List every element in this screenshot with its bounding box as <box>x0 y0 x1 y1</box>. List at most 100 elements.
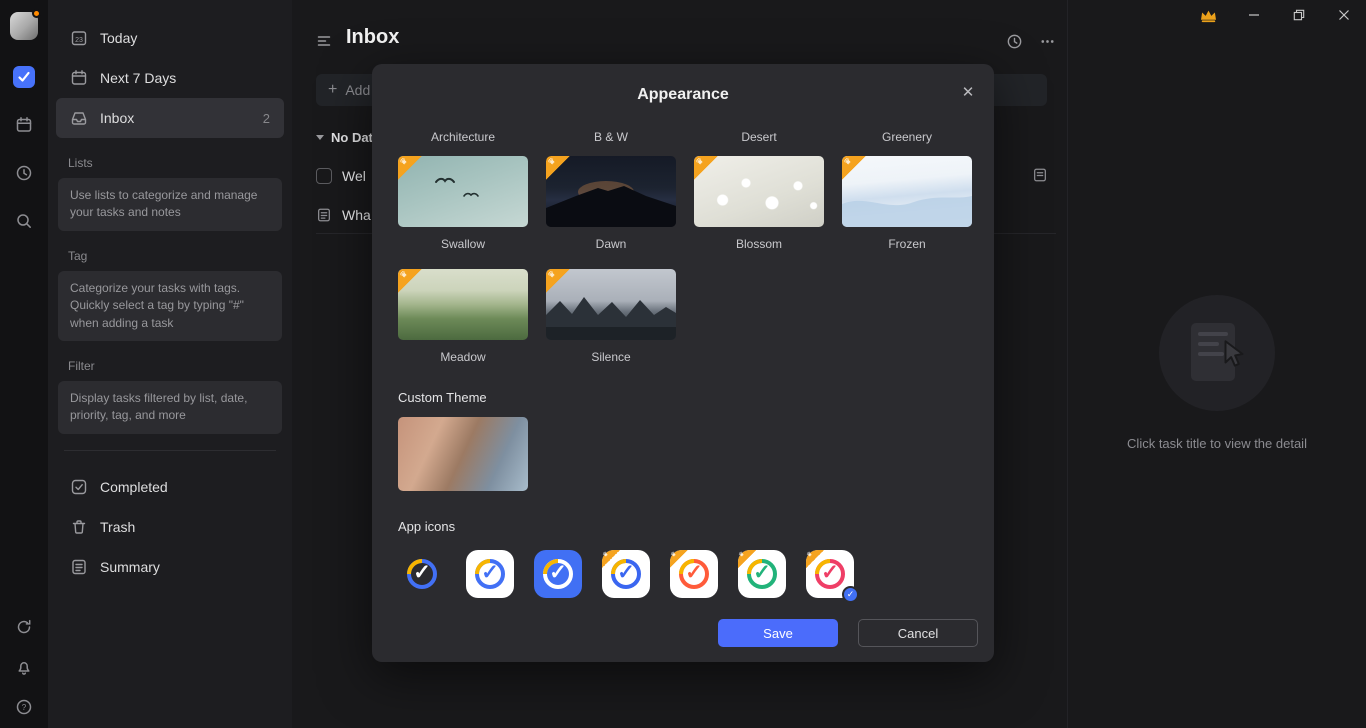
theme-thumbnail-meadow[interactable]: ♛ <box>398 269 528 340</box>
sidebar-item-inbox[interactable]: Inbox 2 <box>56 98 284 138</box>
theme-option-dawn[interactable]: ♛ Dawn <box>546 156 676 251</box>
app-icon-classic-white[interactable]: ✓ <box>466 550 514 598</box>
sidebar-item-next7days[interactable]: Next 7 Days <box>56 58 284 98</box>
theme-label-architecture[interactable]: Architecture <box>398 130 528 144</box>
calendar-nav-icon[interactable] <box>13 114 35 136</box>
sidebar-item-label: Completed <box>100 479 270 495</box>
more-options-icon[interactable] <box>1039 33 1056 50</box>
theme-thumbnail-frozen[interactable]: ♛ <box>842 156 972 227</box>
premium-crown-icon[interactable] <box>1186 0 1231 30</box>
sidebar-divider <box>64 450 276 451</box>
restore-button[interactable] <box>1276 0 1321 30</box>
plus-icon: + <box>328 82 337 98</box>
app-icon-green-on-white[interactable]: ✓ ♛ <box>738 550 786 598</box>
search-nav-icon[interactable] <box>13 210 35 232</box>
app-icon-blue-on-white[interactable]: ✓ ♛ <box>602 550 650 598</box>
sidebar-item-label: Inbox <box>100 110 251 126</box>
sync-icon[interactable] <box>13 616 35 638</box>
activity-clock-icon[interactable] <box>1006 33 1023 50</box>
pro-badge: ♛ <box>398 269 422 293</box>
note-icon <box>316 207 332 223</box>
minimize-button[interactable] <box>1231 0 1276 30</box>
sidebar-item-today[interactable]: 23 Today <box>56 18 284 58</box>
icon-rail: ? <box>0 0 48 728</box>
theme-option-swallow[interactable]: ♛ Swallow <box>398 156 528 251</box>
trash-icon <box>70 518 88 536</box>
task-title[interactable]: Wha <box>342 207 371 223</box>
scrolled-theme-labels: Architecture B & W Desert Greenery <box>398 130 968 144</box>
sidebar-item-summary[interactable]: Summary <box>56 547 284 587</box>
page-title: Inbox <box>346 26 399 49</box>
theme-name: Meadow <box>398 350 528 364</box>
pro-badge: ♛ <box>842 156 866 180</box>
theme-name: Dawn <box>546 237 676 251</box>
app-icons-title: App icons <box>398 519 968 534</box>
svg-text:23: 23 <box>75 37 83 44</box>
pro-badge: ♛ <box>738 550 756 568</box>
today-calendar-icon: 23 <box>70 29 88 47</box>
inbox-icon <box>70 109 88 127</box>
pro-badge: ♛ <box>602 550 620 568</box>
user-avatar[interactable] <box>10 12 38 40</box>
cursor-arrow-icon <box>1217 337 1251 371</box>
theme-name: Swallow <box>398 237 528 251</box>
pro-badge: ♛ <box>546 156 570 180</box>
sidebar-item-label: Today <box>100 30 270 46</box>
notification-dot <box>32 9 41 18</box>
theme-option-meadow[interactable]: ♛ Meadow <box>398 269 528 364</box>
app-icon-classic-dark[interactable]: ✓ <box>398 550 446 598</box>
sidebar-item-completed[interactable]: Completed <box>56 467 284 507</box>
cancel-button[interactable]: Cancel <box>858 619 978 647</box>
save-button[interactable]: Save <box>718 619 838 647</box>
sidebar-item-trash[interactable]: Trash <box>56 507 284 547</box>
inbox-count-badge: 2 <box>263 111 270 126</box>
task-title[interactable]: Wel <box>342 168 366 184</box>
tasks-nav-icon[interactable] <box>13 66 35 88</box>
notifications-bell-icon[interactable] <box>13 656 35 678</box>
theme-thumbnail-swallow[interactable]: ♛ <box>398 156 528 227</box>
section-filter-label: Filter <box>68 359 272 373</box>
task-checkbox[interactable] <box>316 168 332 184</box>
custom-theme-thumbnail[interactable] <box>398 417 528 491</box>
section-lists-label: Lists <box>68 156 272 170</box>
filter-hint-card: Display tasks filtered by list, date, pr… <box>58 381 282 434</box>
theme-thumbnail-dawn[interactable]: ♛ <box>546 156 676 227</box>
empty-state-illustration <box>1159 295 1275 411</box>
theme-label-greenery[interactable]: Greenery <box>842 130 972 144</box>
summary-icon <box>70 558 88 576</box>
app-icon-blue-tile[interactable]: ✓ <box>534 550 582 598</box>
lists-hint-card: Use lists to categorize and manage your … <box>58 178 282 231</box>
pro-badge: ♛ <box>694 156 718 180</box>
close-icon[interactable]: ✕ <box>958 82 978 102</box>
dialog-title: Appearance <box>372 64 994 106</box>
pro-badge: ♛ <box>546 269 570 293</box>
custom-theme-title: Custom Theme <box>398 390 968 405</box>
group-no-date[interactable]: No Date <box>316 130 380 145</box>
app-window: ? 23 Today Next 7 Days Inbox 2 Lists Use… <box>0 0 1366 728</box>
collapse-sidebar-icon[interactable] <box>316 33 332 49</box>
section-tag-label: Tag <box>68 249 272 263</box>
pro-badge: ♛ <box>670 550 688 568</box>
theme-thumbnail-blossom[interactable]: ♛ <box>694 156 824 227</box>
focus-clock-icon[interactable] <box>13 162 35 184</box>
theme-name: Frozen <box>842 237 972 251</box>
theme-option-blossom[interactable]: ♛ Blossom <box>694 156 824 251</box>
app-icon-row: ✓ ✓ ✓ ✓ ♛ ✓ ♛ ✓ ♛ <box>398 550 968 598</box>
theme-name: Silence <box>546 350 676 364</box>
theme-name: Blossom <box>694 237 824 251</box>
theme-option-silence[interactable]: ♛ Silence <box>546 269 676 364</box>
pro-badge: ♛ <box>398 156 422 180</box>
theme-thumbnail-silence[interactable]: ♛ <box>546 269 676 340</box>
window-controls <box>1186 0 1366 30</box>
svg-text:?: ? <box>22 703 27 712</box>
help-icon[interactable]: ? <box>13 696 35 718</box>
app-icon-pink-on-white[interactable]: ✓ ♛ ✓ <box>806 550 854 598</box>
selected-check-badge: ✓ <box>842 586 859 603</box>
week-calendar-icon <box>70 69 88 87</box>
theme-option-frozen[interactable]: ♛ Frozen <box>842 156 972 251</box>
theme-label-desert[interactable]: Desert <box>694 130 824 144</box>
theme-label-bw[interactable]: B & W <box>546 130 676 144</box>
close-button[interactable] <box>1321 0 1366 30</box>
sidebar-item-label: Next 7 Days <box>100 70 270 86</box>
app-icon-orange-on-white[interactable]: ✓ ♛ <box>670 550 718 598</box>
